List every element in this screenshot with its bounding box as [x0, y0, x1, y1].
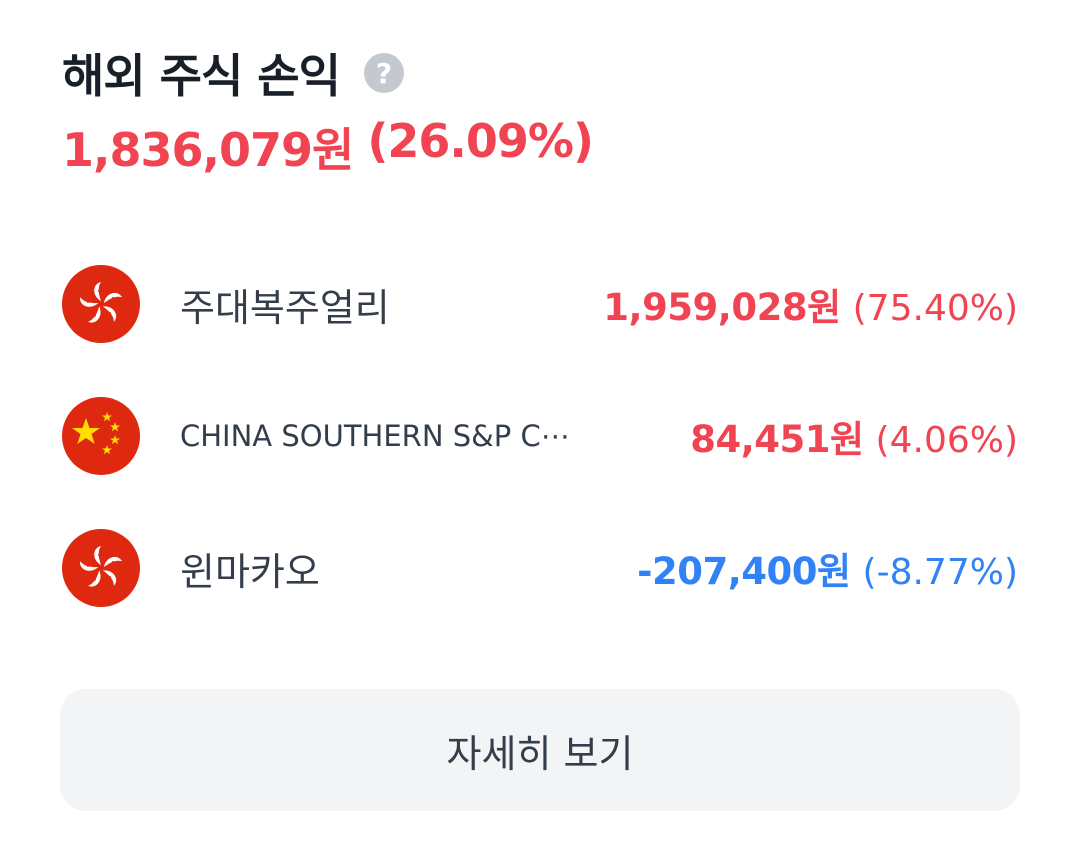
stock-name: 주대복주얼리 [180, 285, 390, 330]
stock-row-china-southern[interactable]: CHINA SOUTHERN S&P C⋯ 84,451원 (4.06%) [62, 370, 1018, 502]
total-profit: 1,836,079원 (26.09%) [62, 114, 1018, 180]
stock-amount: -207,400원 [637, 550, 851, 593]
title-row: 해외 주식 손익 ? [62, 38, 1018, 108]
hong-kong-flag-icon [62, 265, 140, 343]
stock-percent: (-8.77%) [862, 552, 1018, 593]
stock-profit: 1,959,028원 (75.40%) [603, 277, 1018, 331]
stock-name: 윈마카오 [180, 549, 320, 594]
stock-amount: 1,959,028원 [603, 286, 841, 329]
stock-row-wynn-macau[interactable]: 윈마카오 -207,400원 (-8.77%) [62, 502, 1018, 634]
stock-percent: (75.40%) [852, 288, 1018, 329]
stock-amount: 84,451원 [690, 418, 864, 461]
stock-list: 주대복주얼리 1,959,028원 (75.40%) CHINA SOUTHER… [62, 238, 1018, 634]
stock-percent: (4.06%) [875, 420, 1018, 461]
summary-header: 해외 주식 손익 ? 1,836,079원 (26.09%) [62, 38, 1018, 180]
stock-profit: 84,451원 (4.06%) [690, 409, 1018, 463]
stock-profit: -207,400원 (-8.77%) [637, 541, 1018, 595]
hong-kong-flag-icon [62, 529, 140, 607]
stock-name: CHINA SOUTHERN S&P C⋯ [180, 419, 570, 453]
total-percent: (26.09%) [367, 114, 594, 168]
question-mark-icon[interactable]: ? [363, 53, 404, 93]
page-title: 해외 주식 손익 [62, 49, 341, 103]
total-amount: 1,836,079원 [62, 123, 354, 177]
stock-row-chow-tai-fook[interactable]: 주대복주얼리 1,959,028원 (75.40%) [62, 238, 1018, 370]
china-flag-icon [62, 397, 140, 475]
view-details-button[interactable]: 자세히 보기 [60, 689, 1020, 811]
